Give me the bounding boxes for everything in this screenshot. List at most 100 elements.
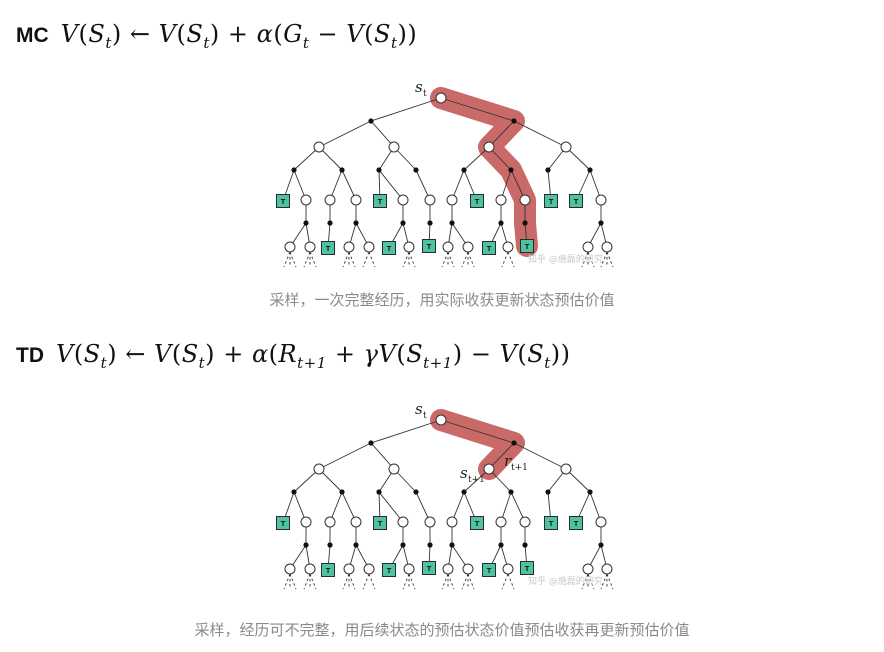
continuation-stub [408, 251, 416, 268]
action-node [511, 440, 517, 446]
continuation-stub [402, 251, 410, 268]
state-node [388, 463, 400, 475]
continuation-stub [501, 573, 509, 590]
action-node [327, 542, 333, 548]
state-node [343, 563, 355, 575]
state-node [424, 516, 436, 528]
continuation-stub [447, 573, 455, 590]
action-node [303, 542, 309, 548]
continuation-stub [408, 573, 416, 590]
action-node [291, 489, 297, 495]
mc-caption: 采样，一次完整经历，用实际收获更新状态预估价值 [269, 291, 615, 309]
action-node [522, 542, 528, 548]
continuation-stub [342, 573, 350, 590]
action-node [353, 542, 359, 548]
state-node [502, 563, 514, 575]
continuation-stub [283, 251, 291, 268]
terminal-label: T [574, 197, 579, 206]
state-node [519, 194, 531, 206]
continuation-stub [303, 573, 311, 590]
state-node [403, 241, 415, 253]
action-node [598, 220, 604, 226]
action-node [508, 167, 514, 173]
state-node [601, 241, 613, 253]
terminal-label: T [487, 244, 492, 253]
terminal-label: T [549, 519, 554, 528]
terminal-label: T [281, 519, 286, 528]
state-node [483, 141, 495, 153]
terminal-label: T [475, 519, 480, 528]
state-node [304, 241, 316, 253]
action-node [376, 489, 382, 495]
state-node [388, 141, 400, 153]
action-node [498, 542, 504, 548]
state-node [284, 241, 296, 253]
state-node [560, 463, 572, 475]
terminal-label: T [487, 566, 492, 575]
continuation-stub [447, 251, 455, 268]
state-node [300, 516, 312, 528]
action-node [522, 220, 528, 226]
terminal-label: T [378, 197, 383, 206]
state-node [601, 563, 613, 575]
td-tag: TD [16, 344, 44, 367]
continuation-stub [467, 251, 475, 268]
action-node [461, 489, 467, 495]
next-state-label: s [460, 464, 468, 482]
action-node [587, 489, 593, 495]
state-node [442, 241, 454, 253]
terminal-label: T [427, 564, 432, 573]
state-node [582, 563, 594, 575]
td-caption: 采样，经历可不完整，用后续状态的预估状态价值预估收获再更新预估价值 [194, 621, 690, 639]
state-node [403, 563, 415, 575]
reward-subscript: t+1 [511, 463, 528, 473]
action-node [368, 440, 374, 446]
continuation-stub [303, 251, 311, 268]
continuation-stub [368, 251, 376, 268]
continuation-stub [368, 573, 376, 590]
next-state-subscript: t+1 [468, 475, 485, 485]
state-node [435, 414, 447, 426]
action-node [339, 167, 345, 173]
state-node [582, 241, 594, 253]
continuation-stub [348, 573, 356, 590]
mc-tag: MC [16, 24, 49, 47]
action-node [327, 220, 333, 226]
action-node [291, 167, 297, 173]
terminal-label: T [281, 197, 286, 206]
action-node [598, 542, 604, 548]
root-state-subscript: t [423, 411, 427, 421]
state-node [495, 516, 507, 528]
action-node [461, 167, 467, 173]
state-node [519, 516, 531, 528]
continuation-stub [309, 251, 317, 268]
mc-formula: MC V(St) ← V(St) + α(Gt − V(St)) [16, 20, 417, 52]
tree-edge [318, 120, 372, 148]
watermark: 知乎 @施磊的研究 [528, 575, 603, 587]
action-node [587, 167, 593, 173]
state-node [304, 563, 316, 575]
state-node [462, 241, 474, 253]
td-backup-tree: T T T T TT T T T Ts t知乎 @施磊的研究r t+1s t+1 [276, 400, 614, 590]
state-node [324, 516, 336, 528]
continuation-stub [309, 573, 317, 590]
state-node [363, 563, 375, 575]
state-node [350, 194, 362, 206]
state-node [284, 563, 296, 575]
action-node [400, 220, 406, 226]
state-node [446, 194, 458, 206]
state-node [495, 194, 507, 206]
mc-backup-tree: T T T T T T T T T Ts t 知乎 @施磊的研究 [276, 78, 614, 268]
state-node [446, 516, 458, 528]
td-formula: TD V(St) ← V(St) + α(Rt+1 + γV(St+1) − V… [16, 340, 571, 372]
state-node [462, 563, 474, 575]
state-node [595, 194, 607, 206]
action-node [511, 118, 517, 124]
state-node [442, 563, 454, 575]
root-state-label: s [415, 78, 423, 96]
terminal-label: T [326, 566, 331, 575]
state-node [343, 241, 355, 253]
continuation-stub [467, 573, 475, 590]
root-state-label: s [415, 400, 423, 418]
action-node [368, 118, 374, 124]
